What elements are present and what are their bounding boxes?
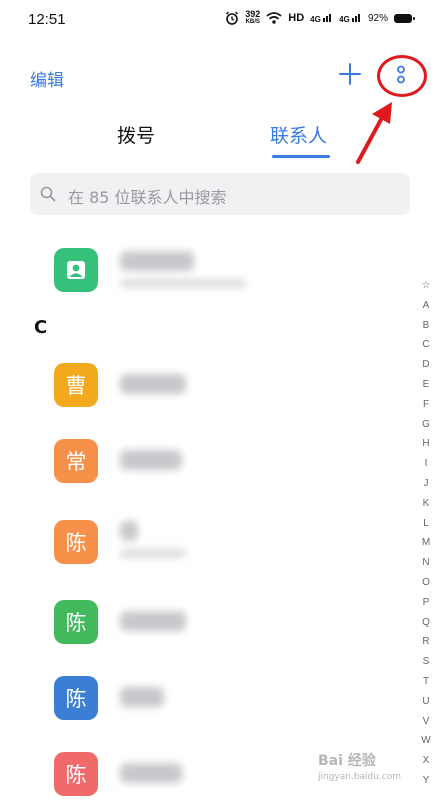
annotation-circle	[377, 55, 427, 97]
contact-name-redacted	[120, 763, 182, 783]
battery-percent: 92%	[367, 12, 388, 24]
index-letter[interactable]: Y	[419, 771, 433, 791]
contact-name-redacted	[120, 450, 182, 470]
contact-name-redacted	[120, 521, 138, 541]
index-letter[interactable]: Q	[419, 613, 433, 633]
index-letter[interactable]: X	[419, 751, 433, 771]
index-letter[interactable]: N	[419, 553, 433, 573]
signal-4g-1: 4G	[310, 12, 333, 24]
status-time: 12:51	[28, 11, 66, 28]
contact-name-redacted	[120, 251, 194, 271]
index-letter[interactable]: T	[419, 672, 433, 692]
search-placeholder: 在 85 位联系人中搜索	[68, 188, 227, 207]
index-letter[interactable]: H	[419, 434, 433, 454]
index-letter[interactable]: L	[419, 514, 433, 534]
avatar: 陈	[54, 676, 98, 720]
contact-name-redacted	[120, 687, 164, 707]
index-letter[interactable]: A	[419, 296, 433, 316]
contact-name-redacted	[120, 374, 186, 394]
index-letter[interactable]: O	[419, 573, 433, 593]
index-letter[interactable]: E	[419, 375, 433, 395]
section-header: C	[34, 317, 48, 338]
status-icons: 392 KB/S HD 4G 4G 92%	[225, 9, 415, 26]
status-bar: 12:51 392 KB/S HD 4G 4G 92%	[0, 0, 434, 40]
watermark-brand: Bai 经验	[318, 753, 376, 769]
battery-icon	[394, 13, 415, 23]
toolbar: 编辑	[0, 50, 434, 102]
index-letter[interactable]: V	[419, 712, 433, 732]
contact-row[interactable]	[0, 235, 410, 305]
alphabet-index[interactable]: ☆ A B C D E F G H I J K L M N O P Q R S …	[419, 276, 433, 791]
avatar	[54, 248, 98, 292]
avatar: 陈	[54, 520, 98, 564]
index-letter[interactable]: I	[419, 454, 433, 474]
network-speed: 392 KB/S	[245, 9, 261, 26]
index-letter[interactable]: P	[419, 593, 433, 613]
index-letter[interactable]: S	[419, 652, 433, 672]
contact-row[interactable]: 陈	[0, 663, 410, 733]
index-letter[interactable]: U	[419, 692, 433, 712]
tab-contacts[interactable]: 联系人	[270, 121, 327, 148]
index-letter[interactable]: W	[419, 731, 433, 751]
avatar: 常	[54, 439, 98, 483]
search-bar[interactable]: 在 85 位联系人中搜索	[30, 173, 410, 215]
index-letter[interactable]: K	[419, 494, 433, 514]
watermark-site: jingyan.baidu.com	[318, 772, 402, 782]
signal-4g-2: 4G	[339, 12, 362, 24]
avatar: 陈	[54, 752, 98, 796]
contact-row[interactable]: 陈	[0, 507, 410, 577]
index-letter[interactable]: D	[419, 355, 433, 375]
index-letter[interactable]: ☆	[419, 276, 433, 296]
contact-name-redacted	[120, 611, 186, 631]
avatar: 曹	[54, 363, 98, 407]
contact-detail-redacted	[120, 279, 246, 288]
alarm-icon	[226, 11, 239, 25]
contact-row[interactable]: 陈	[0, 587, 410, 657]
add-contact-icon[interactable]	[338, 62, 362, 86]
index-letter[interactable]: G	[419, 415, 433, 435]
active-tab-indicator	[272, 155, 330, 158]
hd-indicator: HD	[288, 12, 305, 24]
index-letter[interactable]: J	[419, 474, 433, 494]
index-letter[interactable]: C	[419, 335, 433, 355]
wifi-icon	[266, 12, 282, 24]
tab-bar: 拨号 联系人	[0, 115, 434, 160]
index-letter[interactable]: M	[419, 533, 433, 553]
search-icon	[40, 186, 56, 202]
index-letter[interactable]: R	[419, 632, 433, 652]
index-letter[interactable]: B	[419, 316, 433, 336]
person-icon	[67, 261, 85, 279]
edit-button[interactable]: 编辑	[30, 66, 64, 91]
contact-row[interactable]: 常	[0, 426, 410, 496]
signal-bars-icon	[351, 14, 360, 22]
contact-detail-redacted	[120, 549, 186, 558]
tab-dial[interactable]: 拨号	[117, 121, 155, 148]
index-letter[interactable]: F	[419, 395, 433, 415]
watermark: Bai 经验 jingyan.baidu.com	[318, 750, 401, 782]
avatar: 陈	[54, 600, 98, 644]
signal-bars-icon	[323, 14, 332, 22]
contact-row[interactable]: 曹	[0, 350, 410, 420]
